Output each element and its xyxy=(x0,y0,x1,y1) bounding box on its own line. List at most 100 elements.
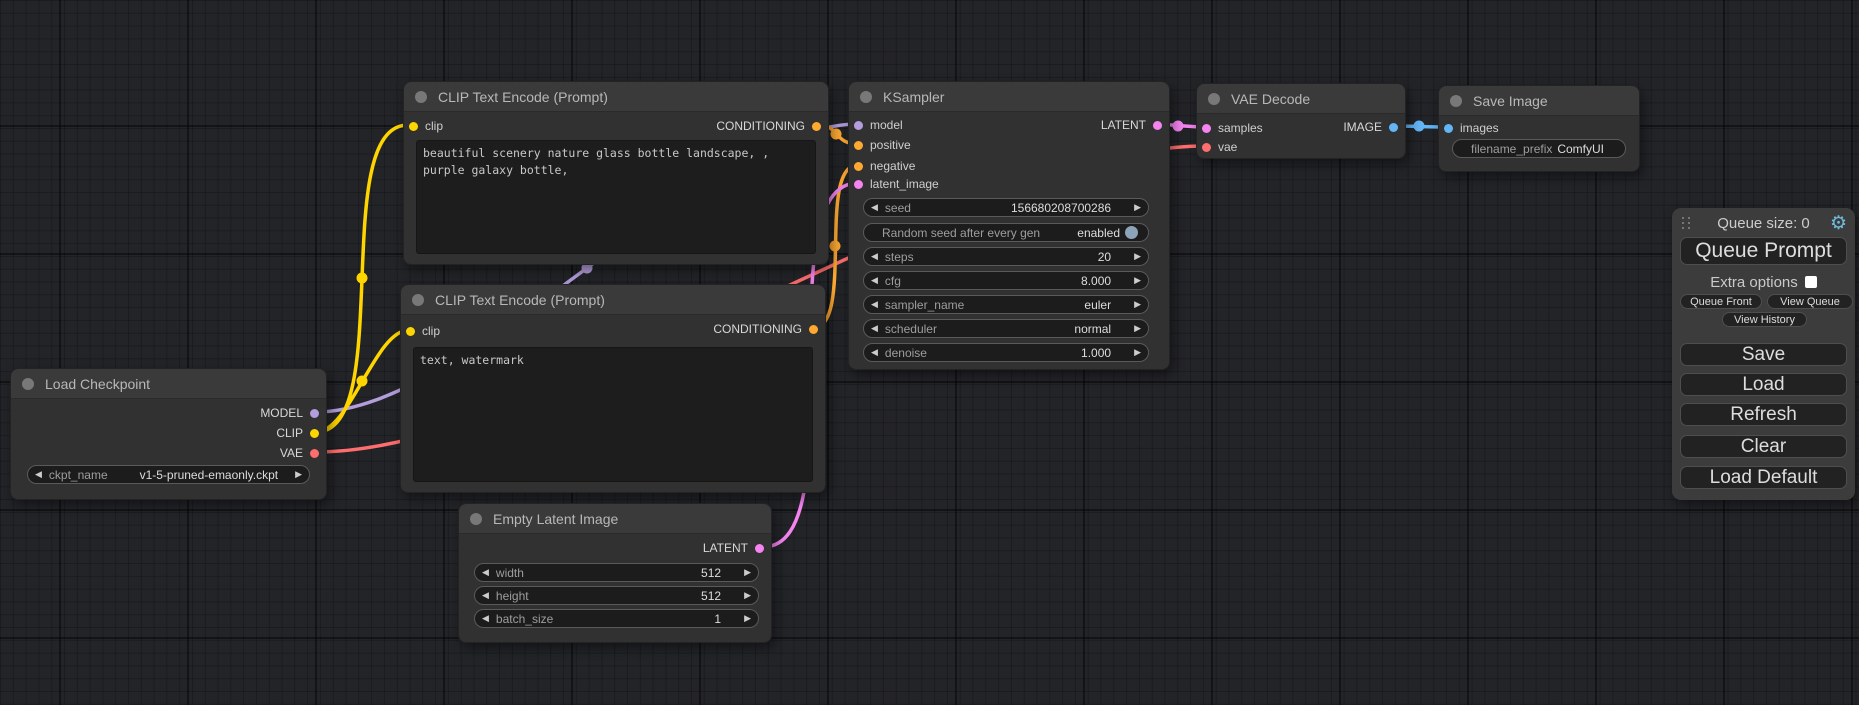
increment-arrow-icon[interactable]: ▶ xyxy=(1127,299,1148,310)
node-graph-canvas[interactable]: CLIP Text Encode (Prompt) clip CONDITION… xyxy=(0,0,1859,705)
input-model: model xyxy=(854,117,903,133)
widget-ckpt-name[interactable]: ◀ ckpt_name v1-5-pruned-emaonly.ckpt ▶ xyxy=(27,465,310,484)
decrement-arrow-icon[interactable]: ◀ xyxy=(475,613,496,624)
node-title-bar[interactable]: CLIP Text Encode (Prompt) xyxy=(401,285,825,315)
node-title-bar[interactable]: CLIP Text Encode (Prompt) xyxy=(404,82,828,112)
port-dot-model[interactable] xyxy=(310,409,319,418)
widget-seed[interactable]: ◀ seed 156680208700286 ▶ xyxy=(863,198,1149,217)
widget-batch-size[interactable]: ◀ batch_size 1 ▶ xyxy=(474,609,759,628)
port-dot-latent[interactable] xyxy=(1153,121,1162,130)
increment-arrow-icon[interactable]: ▶ xyxy=(1127,275,1148,286)
wire-midpoint-dot[interactable] xyxy=(1414,121,1425,132)
widget-width[interactable]: ◀ width 512 ▶ xyxy=(474,563,759,582)
port-dot-latent[interactable] xyxy=(755,544,764,553)
extra-options-label: Extra options xyxy=(1710,274,1798,291)
increment-arrow-icon[interactable]: ▶ xyxy=(737,567,758,578)
node-title: VAE Decode xyxy=(1231,91,1310,107)
extra-options-checkbox[interactable] xyxy=(1805,276,1817,288)
input-samples: samples xyxy=(1202,120,1263,136)
clear-button[interactable]: Clear xyxy=(1680,435,1847,458)
gear-icon[interactable]: ⚙ xyxy=(1830,212,1847,236)
decrement-arrow-icon[interactable]: ◀ xyxy=(864,275,885,286)
decrement-arrow-icon[interactable]: ◀ xyxy=(475,590,496,601)
widget-filename-prefix[interactable]: filename_prefix ComfyUI xyxy=(1452,139,1626,158)
wire-midpoint-dot[interactable] xyxy=(357,273,368,284)
prompt-textarea-positive[interactable]: beautiful scenery nature glass bottle la… xyxy=(416,140,816,254)
port-dot-clip[interactable] xyxy=(409,122,418,131)
increment-arrow-icon[interactable]: ▶ xyxy=(1127,347,1148,358)
node-clip-text-encode-positive[interactable]: CLIP Text Encode (Prompt) clip CONDITION… xyxy=(403,81,829,265)
port-dot-vae[interactable] xyxy=(1202,143,1211,152)
node-title-bar[interactable]: Load Checkpoint xyxy=(11,369,326,399)
port-dot-conditioning[interactable] xyxy=(812,122,821,131)
decrement-arrow-icon[interactable]: ◀ xyxy=(864,323,885,334)
node-title-bar[interactable]: Empty Latent Image xyxy=(459,504,771,534)
decrement-arrow-icon[interactable]: ◀ xyxy=(28,469,49,480)
collapse-dot-icon[interactable] xyxy=(470,513,482,525)
wire-midpoint-dot[interactable] xyxy=(830,241,841,252)
queue-size-label: Queue size: 0 xyxy=(1672,214,1855,234)
port-dot-clip[interactable] xyxy=(406,327,415,336)
port-dot-clip[interactable] xyxy=(310,429,319,438)
decrement-arrow-icon[interactable]: ◀ xyxy=(864,347,885,358)
node-title-bar[interactable]: VAE Decode xyxy=(1197,84,1405,114)
port-dot-model[interactable] xyxy=(854,121,863,130)
queue-front-button[interactable]: Queue Front xyxy=(1680,294,1762,309)
port-dot-conditioning[interactable] xyxy=(854,162,863,171)
widget-height[interactable]: ◀ height 512 ▶ xyxy=(474,586,759,605)
load-button[interactable]: Load xyxy=(1680,373,1847,396)
increment-arrow-icon[interactable]: ▶ xyxy=(737,590,758,601)
port-dot-latent[interactable] xyxy=(854,180,863,189)
decrement-arrow-icon[interactable]: ◀ xyxy=(864,202,885,213)
widget-cfg[interactable]: ◀ cfg 8.000 ▶ xyxy=(863,271,1149,290)
widget-sampler-name[interactable]: ◀ sampler_name euler ▶ xyxy=(863,295,1149,314)
widget-random-seed-toggle[interactable]: Random seed after every gen enabled xyxy=(863,223,1149,242)
output-model: MODEL xyxy=(260,405,319,421)
collapse-dot-icon[interactable] xyxy=(412,294,424,306)
collapse-dot-icon[interactable] xyxy=(1450,95,1462,107)
node-save-image[interactable]: Save Image images filename_prefix ComfyU… xyxy=(1438,85,1640,172)
widget-scheduler[interactable]: ◀ scheduler normal ▶ xyxy=(863,319,1149,338)
view-queue-button[interactable]: View Queue xyxy=(1767,294,1853,309)
wire-midpoint-dot[interactable] xyxy=(831,129,842,140)
collapse-dot-icon[interactable] xyxy=(415,91,427,103)
wire-midpoint-dot[interactable] xyxy=(357,376,368,387)
node-empty-latent-image[interactable]: Empty Latent Image LATENT ◀ width 512 ▶ … xyxy=(458,503,772,643)
increment-arrow-icon[interactable]: ▶ xyxy=(288,469,309,480)
decrement-arrow-icon[interactable]: ◀ xyxy=(864,299,885,310)
port-dot-image[interactable] xyxy=(1444,124,1453,133)
node-clip-text-encode-negative[interactable]: CLIP Text Encode (Prompt) clip CONDITION… xyxy=(400,284,826,493)
increment-arrow-icon[interactable]: ▶ xyxy=(1127,323,1148,334)
load-default-button[interactable]: Load Default xyxy=(1680,466,1847,489)
collapse-dot-icon[interactable] xyxy=(22,378,34,390)
refresh-button[interactable]: Refresh xyxy=(1680,403,1847,426)
increment-arrow-icon[interactable]: ▶ xyxy=(737,613,758,624)
toggle-enabled-icon[interactable] xyxy=(1125,226,1138,239)
drag-handle-icon[interactable] xyxy=(1682,217,1691,229)
save-button[interactable]: Save xyxy=(1680,343,1847,366)
port-dot-image[interactable] xyxy=(1389,123,1398,132)
output-latent: LATENT xyxy=(703,540,764,556)
collapse-dot-icon[interactable] xyxy=(1208,93,1220,105)
node-ksampler[interactable]: KSampler model positive negative latent_… xyxy=(848,81,1170,370)
port-dot-latent[interactable] xyxy=(1202,124,1211,133)
increment-arrow-icon[interactable]: ▶ xyxy=(1127,202,1148,213)
widget-steps[interactable]: ◀ steps 20 ▶ xyxy=(863,247,1149,266)
prompt-textarea-negative[interactable]: text, watermark xyxy=(413,347,813,482)
extra-options-row: Extra options xyxy=(1672,272,1855,292)
decrement-arrow-icon[interactable]: ◀ xyxy=(864,251,885,262)
node-title-bar[interactable]: KSampler xyxy=(849,82,1169,112)
port-dot-vae[interactable] xyxy=(310,449,319,458)
view-history-button[interactable]: View History xyxy=(1722,312,1807,327)
queue-prompt-button[interactable]: Queue Prompt xyxy=(1680,237,1847,265)
node-load-checkpoint[interactable]: Load Checkpoint MODEL CLIP VAE ◀ ckpt_na… xyxy=(10,368,327,500)
increment-arrow-icon[interactable]: ▶ xyxy=(1127,251,1148,262)
collapse-dot-icon[interactable] xyxy=(860,91,872,103)
node-vae-decode[interactable]: VAE Decode samples vae IMAGE xyxy=(1196,83,1406,159)
wire-midpoint-dot[interactable] xyxy=(1173,121,1184,132)
widget-denoise[interactable]: ◀ denoise 1.000 ▶ xyxy=(863,343,1149,362)
decrement-arrow-icon[interactable]: ◀ xyxy=(475,567,496,578)
port-dot-conditioning[interactable] xyxy=(854,141,863,150)
port-dot-conditioning[interactable] xyxy=(809,325,818,334)
node-title-bar[interactable]: Save Image xyxy=(1439,86,1639,116)
